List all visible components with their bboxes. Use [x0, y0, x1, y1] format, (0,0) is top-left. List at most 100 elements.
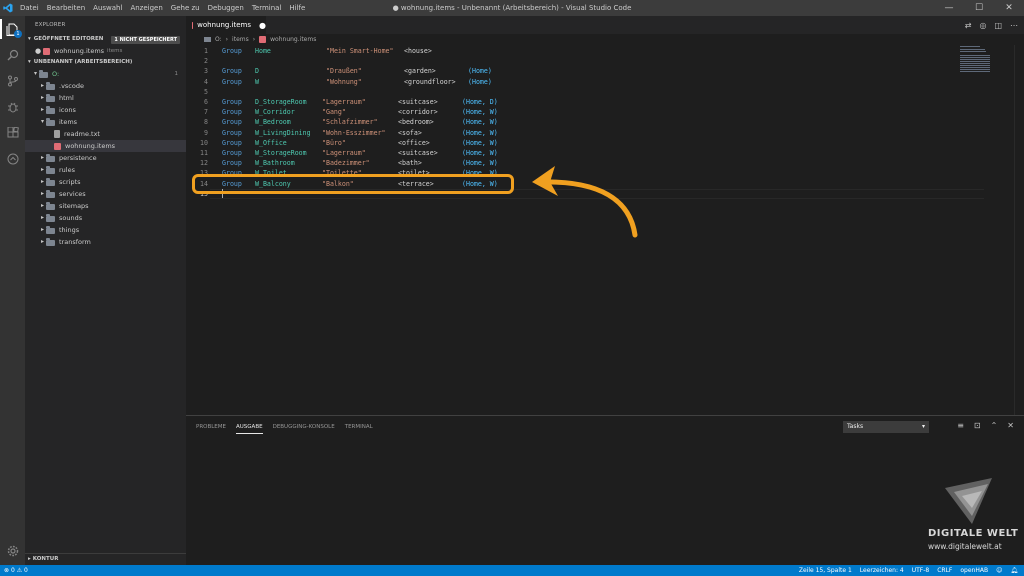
tree-item[interactable]: ▸ sitemaps	[25, 200, 186, 212]
code-line: 1 Group Home "Mein Smart-Home" <house>	[186, 46, 1024, 56]
tree-item[interactable]: readme.txt	[25, 128, 186, 140]
output-channel-select[interactable]: Tasks ▾	[843, 421, 929, 433]
line-number: 8	[204, 118, 208, 127]
tree-item[interactable]: ▸ icons	[25, 104, 186, 116]
debug-icon[interactable]	[0, 94, 25, 120]
tree-item[interactable]: ▸ sounds	[25, 212, 186, 224]
panel-tab-ausgabe[interactable]: AUSGABE	[236, 416, 263, 438]
line-number: 5	[204, 87, 208, 96]
token-groups: (Home, W)	[462, 108, 498, 117]
open-preview-icon[interactable]: ◎	[979, 21, 986, 30]
gear-icon[interactable]	[0, 541, 25, 561]
unsaved-dot-icon[interactable]: ●	[259, 21, 266, 30]
menu-item-1[interactable]: Bearbeiten	[43, 0, 89, 16]
folder-icon	[204, 37, 211, 42]
encoding[interactable]: UTF-8	[912, 565, 930, 576]
minimize-button[interactable]: —	[934, 0, 964, 16]
split-editor-icon[interactable]: ◫	[994, 21, 1002, 30]
menu-item-2[interactable]: Auswahl	[89, 0, 126, 16]
folder-icon	[46, 238, 55, 246]
tab-wohnung-items[interactable]: wohnung.items ●	[186, 16, 266, 34]
source-control-icon[interactable]	[0, 68, 25, 94]
token-label: "Schlafzimmer"	[322, 118, 378, 127]
panel-tab-terminal[interactable]: TERMINAL	[345, 416, 373, 438]
menu-item-4[interactable]: Gehe zu	[167, 0, 204, 16]
warning-icon: ⚠	[16, 567, 23, 574]
split-compare-icon[interactable]: ⇄	[965, 21, 972, 30]
tree-item-label: services	[59, 190, 86, 198]
chevron-down-icon: ▾	[28, 59, 31, 65]
feedback-icon[interactable]: ☺	[996, 565, 1002, 576]
clear-output-icon[interactable]: ≡	[957, 421, 964, 430]
remote-icon[interactable]	[0, 146, 25, 172]
tree-item-label: transform	[59, 238, 91, 246]
token-kw: Group	[222, 138, 242, 147]
menu-item-7[interactable]: Hilfe	[285, 0, 309, 16]
tree-item[interactable]: ▸ services	[25, 188, 186, 200]
minimap[interactable]	[960, 45, 1000, 85]
tree-item[interactable]: ▸ scripts	[25, 176, 186, 188]
token-label: "Badezimmer"	[322, 159, 370, 168]
cursor-position[interactable]: Zeile 15, Spalte 1	[799, 565, 852, 576]
maximize-button[interactable]: ☐	[964, 0, 994, 16]
folder-icon	[46, 166, 55, 174]
output-channel-value: Tasks	[847, 423, 864, 430]
token-label: "Mein Smart-Home"	[326, 47, 394, 55]
open-editor-filename: wohnung.items	[54, 47, 105, 55]
breadcrumb-file[interactable]: wohnung.items	[270, 36, 316, 43]
token-icon: <house>	[404, 47, 432, 55]
workspace-header[interactable]: ▾ UNBENANNT (ARBEITSBEREICH)	[25, 57, 186, 68]
chevron-right-icon: ▸	[40, 202, 44, 209]
indentation[interactable]: Leerzeichen: 4	[860, 565, 904, 576]
panel-tab-probleme[interactable]: PROBLEME	[196, 416, 226, 438]
search-icon[interactable]	[0, 42, 25, 68]
folder-icon	[46, 178, 55, 186]
chevron-right-icon: ›	[225, 36, 229, 43]
outline-header[interactable]: ▸ KONTUR	[25, 553, 186, 565]
open-editors-header[interactable]: ▾ GEÖFFNETE EDITOREN 1 NICHT GESPEICHERT	[25, 34, 186, 45]
language-mode[interactable]: openHAB	[960, 565, 988, 576]
menu-item-0[interactable]: Datei	[16, 0, 43, 16]
open-editor-item[interactable]: ● wohnung.items items	[25, 45, 186, 57]
chevron-right-icon: ▸	[40, 166, 44, 173]
tree-item[interactable]: ▾ items	[25, 116, 186, 128]
workspace-root[interactable]: ▾ O: 1	[25, 68, 186, 80]
tree-item[interactable]: ▸ html	[25, 92, 186, 104]
line-ending[interactable]: CRLF	[937, 565, 952, 576]
menu-item-6[interactable]: Terminal	[248, 0, 286, 16]
lock-scroll-icon[interactable]: ⊡	[974, 421, 981, 430]
unsaved-badge: 1 NICHT GESPEICHERT	[111, 35, 181, 44]
file-tree: ▸ .vscode ▸ html ▸ icons ▾ items readme.txt wohnu…	[25, 80, 186, 248]
explorer-icon[interactable]: 1	[0, 16, 25, 42]
token-name: W_Bedroom	[255, 118, 291, 127]
tree-item[interactable]: ▸ .vscode	[25, 80, 186, 92]
breadcrumb-folder[interactable]: items	[232, 36, 249, 43]
tree-item[interactable]: ▸ things	[25, 224, 186, 236]
token-groups: (Home, W)	[462, 138, 498, 147]
token-icon: <suitcase>	[398, 98, 438, 106]
extensions-icon[interactable]	[0, 120, 25, 146]
more-actions-icon[interactable]: ⋯	[1010, 21, 1018, 30]
tree-item[interactable]: ▸ transform	[25, 236, 186, 248]
menu-item-5[interactable]: Debuggen	[204, 0, 248, 16]
problems-status[interactable]: ⊗ 0 ⚠ 0	[4, 565, 28, 576]
annotation-arrow-icon	[532, 166, 638, 238]
code-line: 4 Group W "Wohnung" <groundfloor> (Home)	[186, 77, 1024, 87]
line-number: 1	[204, 47, 208, 55]
notifications-icon[interactable]: 🔔︎	[1010, 565, 1018, 576]
close-panel-icon[interactable]: ✕	[1007, 421, 1014, 430]
tree-item[interactable]: ▸ persistence	[25, 152, 186, 164]
workspace-label: UNBENANNT (ARBEITSBEREICH)	[33, 59, 133, 65]
chevron-down-icon: ▾	[40, 118, 44, 125]
menu-item-3[interactable]: Anzeigen	[126, 0, 166, 16]
maximize-panel-icon[interactable]: ⌃	[991, 421, 998, 430]
tree-item[interactable]: ▸ rules	[25, 164, 186, 176]
editor-scrollbar[interactable]	[1014, 45, 1024, 415]
token-icon: <suitcase>	[398, 149, 438, 157]
breadcrumb-root[interactable]: O:	[215, 36, 222, 43]
panel-tab-debugging-konsole[interactable]: DEBUGGING-KONSOLE	[273, 416, 335, 438]
tree-item[interactable]: wohnung.items	[25, 140, 186, 152]
close-button[interactable]: ✕	[994, 0, 1024, 16]
tree-item-label: rules	[59, 166, 75, 174]
explorer-badge: 1	[14, 30, 22, 38]
